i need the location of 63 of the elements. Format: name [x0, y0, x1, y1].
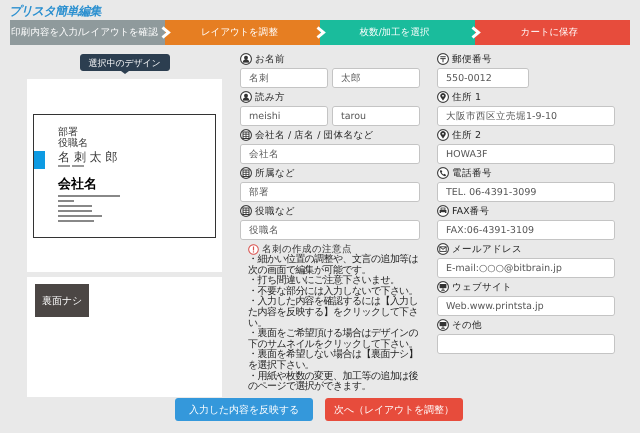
notice-text: ・裏面を希望しない場合は【裏面ナシ】を選択下さい。 — [248, 350, 420, 371]
text-field[interactable]: HOWA3F — [437, 144, 615, 164]
action-button[interactable]: 次へ（レイアウトを調整） — [325, 398, 463, 421]
field-label: 住所 1 — [452, 90, 482, 104]
text-field[interactable]: 会社名 — [240, 144, 420, 164]
field-label: 郵便番号 — [452, 52, 492, 66]
field-label: 役職など — [255, 204, 295, 218]
field-label: 所属など — [255, 166, 295, 180]
text-field[interactable]: E-mail:○○○@bitbrain.jp — [437, 258, 615, 278]
person-icon — [240, 53, 252, 65]
card-romaji-lines-drawing — [58, 164, 86, 168]
text-field[interactable]: 役職名 — [240, 220, 420, 240]
card-address-lines-drawing — [58, 194, 120, 222]
building-icon — [240, 205, 252, 217]
card-department: 部署 — [58, 126, 78, 138]
field-label: その他 — [452, 318, 482, 332]
notice-text: ・不要な部分には入力しないで下さい。 — [248, 286, 420, 297]
monitor-icon — [437, 281, 449, 293]
postal-mark-icon — [437, 53, 449, 65]
notice-text: ・入力した内容を確認するには【入力した内容を反映する】をクリックして下さい。 — [248, 297, 420, 329]
chevron-icon — [161, 26, 171, 39]
text-field[interactable]: FAX:06-4391-3109 — [437, 220, 615, 240]
notice-text: ・打ち間違いにご注意下さいませ。 — [248, 276, 400, 286]
building-icon — [240, 167, 252, 179]
text-field[interactable] — [437, 334, 615, 354]
text-field[interactable]: 太郎 — [332, 68, 420, 88]
map-pin-icon — [437, 129, 449, 141]
app-logo: プリスタ簡単編集 — [9, 3, 101, 20]
map-pin-icon — [437, 91, 449, 103]
field-label: お名前 — [255, 52, 285, 66]
phone-icon — [437, 167, 449, 179]
notice-text: ・用紙や枚数の変更、加工等の追加は後のページで選択ができます。 — [248, 372, 420, 393]
chevron-icon — [316, 26, 326, 39]
notice-heading: 名刺の作成の注意点 — [262, 242, 352, 254]
text-field[interactable]: TEL. 06-4391-3099 — [437, 182, 615, 202]
text-field[interactable]: meishi — [240, 106, 328, 126]
card-company: 会社名 — [58, 176, 97, 192]
card-job-title: 役職名 — [58, 138, 88, 148]
field-label: ウェブサイト — [452, 280, 512, 294]
field-label: 会社名 / 店名 / 団体名など — [255, 128, 374, 142]
field-label: 電話番号 — [452, 166, 492, 180]
notice-text: ・裏面をご希望頂ける場合はデザインの下のサムネイルをクリックして下さい。 — [248, 329, 420, 350]
text-field[interactable]: 大阪市西区立売堀1-9-10 — [437, 106, 615, 126]
field-label: 住所 2 — [452, 128, 482, 142]
warning-icon — [248, 244, 259, 254]
person-icon — [240, 91, 252, 103]
no-back-side-thumbnail[interactable]: 裏面ナシ — [35, 284, 89, 317]
text-field[interactable]: Web.www.printsta.jp — [437, 296, 615, 316]
card-name: 名 刺 太 郎 — [58, 150, 118, 164]
text-field[interactable]: 550-0012 — [437, 68, 529, 88]
monitor-icon — [437, 319, 449, 331]
chevron-icon — [471, 26, 481, 39]
field-label: 読み方 — [255, 90, 285, 104]
envelope-icon — [437, 243, 449, 255]
notice-text: ・細かい位置の調整や、文言の追加等は次の画面で編集が可能です。 — [248, 255, 420, 276]
accent-square — [34, 150, 45, 168]
text-field[interactable]: 部署 — [240, 182, 420, 202]
text-field[interactable]: tarou — [332, 106, 420, 126]
printer-icon — [437, 205, 449, 217]
text-field[interactable]: 名刺 — [240, 68, 328, 88]
field-label: FAX番号 — [452, 204, 490, 218]
field-label: メールアドレス — [452, 242, 522, 256]
building-icon — [240, 129, 252, 141]
